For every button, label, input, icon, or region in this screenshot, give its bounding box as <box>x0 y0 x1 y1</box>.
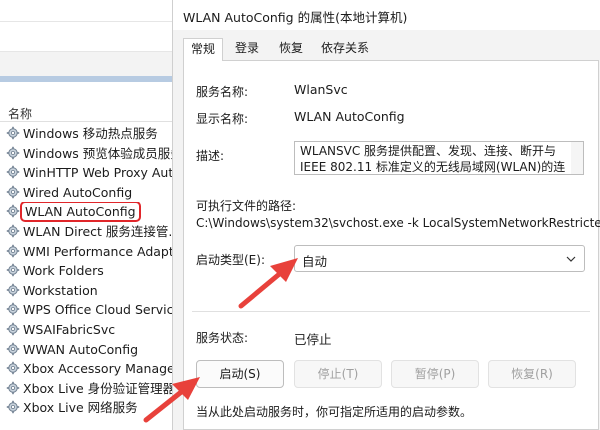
service-gear-icon <box>6 244 20 258</box>
service-gear-icon <box>6 263 20 277</box>
service-row[interactable]: WLAN AutoConfig <box>0 202 180 222</box>
service-status-label: 服务状态: <box>196 331 249 345</box>
tab-dependencies[interactable]: 依存关系 <box>315 38 375 60</box>
resume-button[interactable]: 恢复(R) <box>488 360 576 388</box>
background-gray-area <box>0 52 180 76</box>
description-text: WLANSVC 服务提供配置、发现、连接、断开与 IEEE 802.11 标准定… <box>300 144 566 174</box>
tab-general[interactable]: 常规 <box>183 38 223 61</box>
service-row[interactable]: Xbox Accessory Manage... <box>0 359 180 379</box>
service-name: Windows 预览体验成员服务 <box>23 145 180 161</box>
service-gear-icon <box>6 165 20 179</box>
pause-button[interactable]: 暂停(P) <box>391 360 479 388</box>
service-name: WinHTTP Web Proxy Aut... <box>23 165 180 181</box>
service-gear-icon <box>6 381 20 395</box>
display-name-label: 显示名称: <box>196 112 249 126</box>
service-gear-icon <box>6 302 20 316</box>
service-row[interactable]: WLAN Direct 服务连接管... <box>0 222 180 242</box>
exe-path-value: C:\Windows\system32\svchost.exe -k Local… <box>196 216 600 230</box>
startup-type-value: 自动 <box>302 254 328 269</box>
service-row[interactable]: WinHTTP Web Proxy Aut... <box>0 163 180 183</box>
service-name: WWAN AutoConfig <box>23 341 139 357</box>
service-row[interactable]: WWAN AutoConfig <box>0 340 180 360</box>
service-name-value: WlanSvc <box>294 82 348 97</box>
description-scrollbar[interactable] <box>571 142 583 174</box>
stop-button[interactable]: 停止(T) <box>294 360 382 388</box>
background-bar <box>0 22 180 52</box>
service-row[interactable]: Windows 预览体验成员服务 <box>0 144 180 164</box>
service-row[interactable]: WMI Performance Adapt... <box>0 242 180 262</box>
services-list-pane: 名称 Windows 移动热点服务 Windows 预览体验成员服务 WinHTTP… <box>0 0 180 430</box>
tab-recovery[interactable]: 恢复 <box>271 38 311 60</box>
service-name: Wired AutoConfig <box>23 184 133 200</box>
service-gear-icon <box>6 185 20 199</box>
background-blue-bar <box>0 76 180 82</box>
service-name: WLAN AutoConfig <box>20 202 141 222</box>
service-row[interactable]: WSAIFabricSvc <box>0 320 180 340</box>
section-divider <box>192 311 590 312</box>
general-tab-panel: 服务名称: WlanSvc 显示名称: WLAN AutoConfig 描述: … <box>183 60 600 430</box>
service-gear-icon <box>6 342 20 356</box>
service-gear-icon <box>6 361 20 375</box>
service-name-label: 服务名称: <box>196 85 249 99</box>
service-name: Workstation <box>23 282 98 298</box>
service-name: Xbox Live 身份验证管理器 <box>23 380 176 396</box>
service-name: Xbox Accessory Manage... <box>23 361 180 377</box>
service-gear-icon <box>6 126 20 140</box>
description-label: 描述: <box>196 149 225 163</box>
service-status-value: 已停止 <box>294 332 332 347</box>
chevron-down-icon <box>566 256 576 262</box>
startup-type-label: 启动类型(E): <box>196 253 265 267</box>
service-gear-icon <box>6 146 20 160</box>
background-toolbar <box>0 0 180 22</box>
service-list: Windows 移动热点服务 Windows 预览体验成员服务 WinHTTP We… <box>0 124 180 418</box>
start-params-hint: 当从此处启动服务时，你可指定所适用的启动参数。 <box>196 405 473 419</box>
service-gear-icon <box>6 224 20 238</box>
column-header-label: 名称 <box>8 107 33 121</box>
service-row[interactable]: Wired AutoConfig <box>0 183 180 203</box>
service-gear-icon <box>6 283 20 297</box>
service-name: WLAN Direct 服务连接管... <box>23 223 180 239</box>
dialog-title: WLAN AutoConfig 的属性(本地计算机) <box>183 10 408 25</box>
service-name: Xbox Live 网络服务 <box>23 400 138 416</box>
title-bar[interactable]: WLAN AutoConfig 的属性(本地计算机) <box>173 0 600 30</box>
service-row[interactable]: Windows 移动热点服务 <box>0 124 180 144</box>
service-name: WMI Performance Adapt... <box>23 243 180 259</box>
service-row[interactable]: WPS Office Cloud Service <box>0 300 180 320</box>
service-row[interactable]: Xbox Live 身份验证管理器 <box>0 379 180 399</box>
properties-dialog: WLAN AutoConfig 的属性(本地计算机) 常规 登录 恢复 依存关系… <box>172 0 600 430</box>
service-name: Windows 移动热点服务 <box>23 126 158 141</box>
startup-type-select[interactable]: 自动 <box>294 245 585 272</box>
service-gear-icon <box>6 322 20 336</box>
service-gear-icon <box>6 400 20 414</box>
service-row[interactable]: Xbox Live 网络服务 <box>0 398 180 418</box>
service-name: WSAIFabricSvc <box>23 321 116 337</box>
start-button[interactable]: 启动(S) <box>196 360 284 388</box>
service-row[interactable]: Work Folders <box>0 261 180 281</box>
exe-path-label: 可执行文件的路径: <box>196 199 297 213</box>
tab-logon[interactable]: 登录 <box>227 38 267 60</box>
display-name-value: WLAN AutoConfig <box>294 109 405 124</box>
service-name: Work Folders <box>23 263 104 279</box>
service-gear-icon <box>6 204 20 218</box>
service-name: WPS Office Cloud Service <box>23 302 180 318</box>
description-box[interactable]: WLANSVC 服务提供配置、发现、连接、断开与 IEEE 802.11 标准定… <box>294 141 584 175</box>
service-row[interactable]: Workstation <box>0 281 180 301</box>
column-header-name[interactable]: 名称 <box>0 102 180 122</box>
